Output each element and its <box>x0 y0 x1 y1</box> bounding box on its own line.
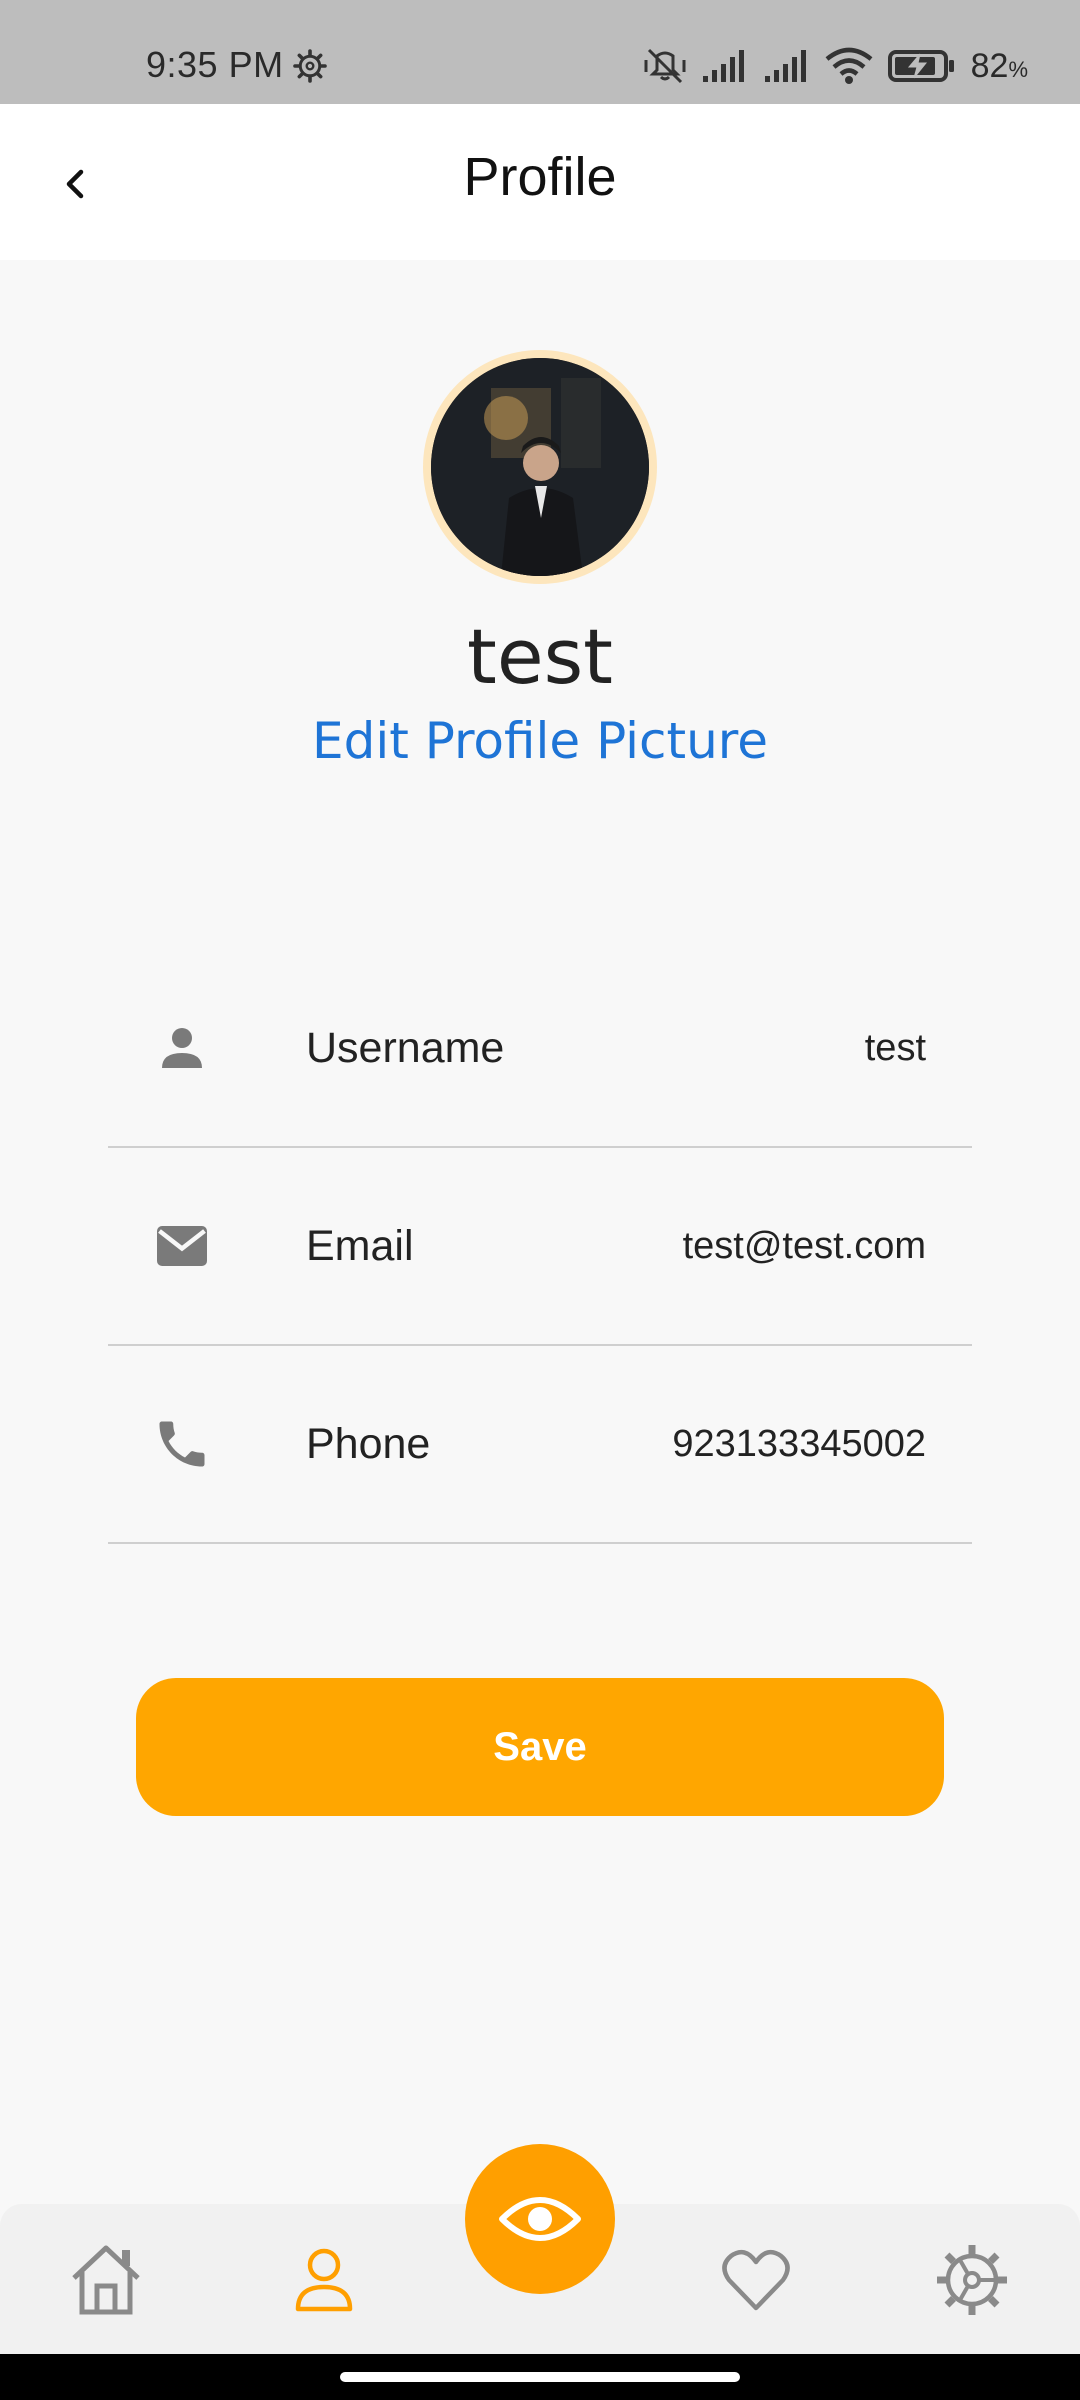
avatar[interactable] <box>423 350 657 584</box>
gesture-navigation-area <box>0 2354 1080 2400</box>
nav-settings[interactable] <box>932 2240 1012 2320</box>
battery-percent: 82 <box>970 46 1009 85</box>
home-icon <box>72 2245 140 2315</box>
avatar-photo <box>431 358 649 576</box>
profile-photo-image <box>431 358 649 576</box>
favorites-heart-icon <box>722 2249 790 2311</box>
eye-icon <box>499 2197 581 2241</box>
profile-icon <box>295 2248 353 2312</box>
battery-level: 82% <box>971 47 1028 86</box>
edit-profile-picture-link[interactable]: Edit Profile Picture <box>0 712 1080 770</box>
settings-gear-icon <box>293 49 327 83</box>
app-bar: Profile <box>0 104 1080 260</box>
nav-home[interactable] <box>66 2240 146 2320</box>
username-row[interactable]: Username test <box>108 950 972 1148</box>
save-button[interactable]: Save <box>136 1678 944 1816</box>
username-label: Username <box>306 1024 505 1072</box>
mute-vibrate-icon <box>644 48 686 84</box>
status-bar: 9:35 PM 82% <box>0 0 1080 104</box>
phone-value: 923133345002 <box>672 1423 926 1465</box>
status-time: 9:35 PM <box>146 44 284 85</box>
username-value: test <box>864 1027 926 1069</box>
profile-name: test <box>467 612 613 701</box>
signal-icon <box>702 50 744 82</box>
person-icon <box>162 1028 202 1068</box>
email-row[interactable]: Email test@test.com <box>108 1148 972 1346</box>
preview-fab-button[interactable] <box>465 2144 615 2294</box>
email-label: Email <box>306 1222 414 1270</box>
mail-icon <box>157 1226 207 1266</box>
email-value: test@test.com <box>682 1225 926 1267</box>
status-icons: 82% <box>643 44 1028 88</box>
phone-row[interactable]: Phone 923133345002 <box>108 1346 972 1544</box>
profile-info-list: Username test Email test@test.com Phone … <box>108 950 972 1544</box>
gesture-bar[interactable] <box>340 2372 740 2382</box>
nav-profile[interactable] <box>284 2240 364 2320</box>
settings-gear-icon <box>937 2245 1007 2315</box>
wifi-icon <box>825 47 873 84</box>
phone-label: Phone <box>306 1420 431 1468</box>
nav-favorites[interactable] <box>716 2240 796 2320</box>
battery-unit: % <box>1008 56 1028 82</box>
page-title: Profile <box>463 147 617 207</box>
battery-charging-icon <box>887 50 954 82</box>
phone-icon <box>159 1421 205 1467</box>
signal-icon <box>764 50 806 82</box>
